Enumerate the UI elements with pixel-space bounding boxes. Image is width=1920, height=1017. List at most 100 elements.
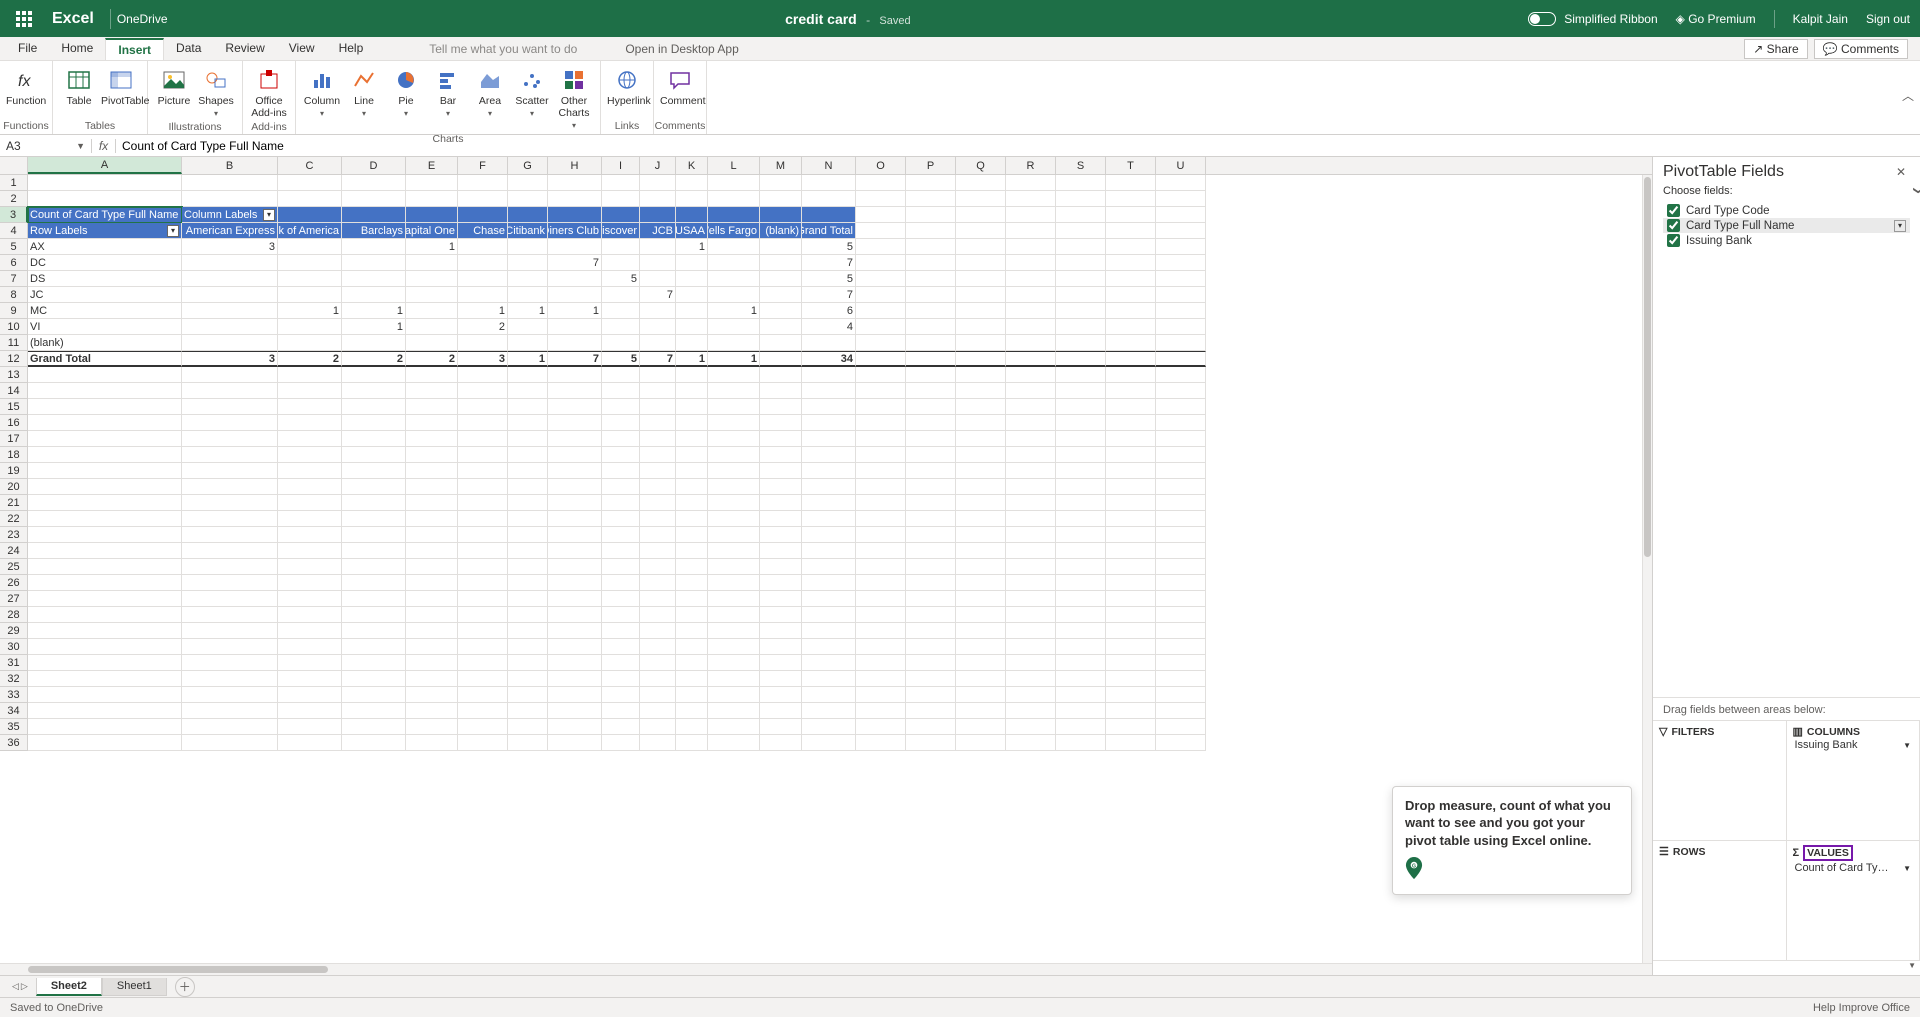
cell[interactable] <box>28 511 182 527</box>
row-header[interactable]: 26 <box>0 575 28 591</box>
cell[interactable] <box>28 367 182 383</box>
cell[interactable] <box>182 495 278 511</box>
cell[interactable] <box>760 303 802 319</box>
cell[interactable] <box>1156 735 1206 751</box>
cell[interactable]: American Express <box>182 223 278 239</box>
cell[interactable] <box>708 207 760 223</box>
field-item[interactable]: Card Type Code <box>1663 203 1910 218</box>
cell[interactable] <box>856 303 906 319</box>
cell[interactable] <box>182 175 278 191</box>
cell[interactable] <box>956 399 1006 415</box>
cell[interactable]: VI <box>28 319 182 335</box>
cell[interactable] <box>508 687 548 703</box>
cell[interactable] <box>182 591 278 607</box>
cell[interactable] <box>458 399 508 415</box>
cell[interactable] <box>906 671 956 687</box>
cell[interactable] <box>708 735 760 751</box>
cell[interactable] <box>760 511 802 527</box>
cell[interactable] <box>182 623 278 639</box>
cell[interactable] <box>1056 623 1106 639</box>
cell[interactable] <box>802 559 856 575</box>
cell[interactable] <box>802 511 856 527</box>
cell[interactable] <box>906 287 956 303</box>
cell[interactable] <box>760 575 802 591</box>
cell[interactable] <box>1106 351 1156 367</box>
cell[interactable] <box>458 287 508 303</box>
cell[interactable] <box>760 191 802 207</box>
cell[interactable] <box>182 671 278 687</box>
cell[interactable] <box>1056 607 1106 623</box>
cell[interactable] <box>406 367 458 383</box>
row-header[interactable]: 2 <box>0 191 28 207</box>
column-header[interactable]: P <box>906 157 956 174</box>
cell[interactable] <box>676 479 708 495</box>
cell[interactable] <box>1006 607 1056 623</box>
cell[interactable] <box>1156 559 1206 575</box>
cell[interactable] <box>548 239 602 255</box>
cell[interactable] <box>708 431 760 447</box>
cell[interactable] <box>906 207 956 223</box>
cell[interactable] <box>956 559 1006 575</box>
cell[interactable] <box>1106 511 1156 527</box>
cell[interactable] <box>708 415 760 431</box>
cell[interactable] <box>602 431 640 447</box>
cell[interactable] <box>802 447 856 463</box>
cell[interactable] <box>760 703 802 719</box>
cell[interactable] <box>906 639 956 655</box>
cell[interactable] <box>406 687 458 703</box>
pane-options-button[interactable]: ▼ <box>1908 961 1916 975</box>
cell[interactable] <box>802 607 856 623</box>
cell[interactable] <box>406 559 458 575</box>
cell[interactable] <box>342 559 406 575</box>
cell[interactable] <box>278 463 342 479</box>
row-header[interactable]: 17 <box>0 431 28 447</box>
cell[interactable] <box>906 239 956 255</box>
row-header[interactable]: 10 <box>0 319 28 335</box>
cell[interactable] <box>640 687 676 703</box>
cell[interactable] <box>548 175 602 191</box>
cell[interactable] <box>1006 175 1056 191</box>
cell[interactable] <box>1156 607 1206 623</box>
cell[interactable] <box>508 703 548 719</box>
cell[interactable] <box>640 271 676 287</box>
row-header[interactable]: 4 <box>0 223 28 239</box>
cell[interactable] <box>278 655 342 671</box>
cell[interactable] <box>1106 223 1156 239</box>
cell[interactable] <box>956 415 1006 431</box>
shapes-button[interactable]: Shapes▾ <box>196 65 236 119</box>
cell[interactable] <box>906 367 956 383</box>
cell[interactable] <box>278 623 342 639</box>
column-header[interactable]: U <box>1156 157 1206 174</box>
cell[interactable] <box>406 575 458 591</box>
cell[interactable] <box>906 255 956 271</box>
cell[interactable] <box>1056 335 1106 351</box>
cell[interactable]: 1 <box>508 351 548 367</box>
cell[interactable] <box>956 527 1006 543</box>
cell[interactable] <box>28 175 182 191</box>
cell[interactable] <box>708 543 760 559</box>
cell[interactable] <box>906 543 956 559</box>
cell[interactable] <box>508 271 548 287</box>
cell[interactable] <box>802 591 856 607</box>
cell[interactable] <box>278 383 342 399</box>
cell[interactable] <box>640 255 676 271</box>
cell[interactable] <box>182 271 278 287</box>
cell[interactable] <box>640 399 676 415</box>
cell[interactable] <box>1156 223 1206 239</box>
cell[interactable] <box>1006 383 1056 399</box>
cell[interactable] <box>856 383 906 399</box>
cell[interactable] <box>676 207 708 223</box>
cell[interactable] <box>802 687 856 703</box>
cell[interactable] <box>278 319 342 335</box>
cell[interactable] <box>458 655 508 671</box>
cell[interactable] <box>602 607 640 623</box>
row-header[interactable]: 21 <box>0 495 28 511</box>
cell[interactable] <box>458 207 508 223</box>
cell[interactable] <box>508 191 548 207</box>
cell[interactable] <box>676 367 708 383</box>
cell[interactable] <box>1106 271 1156 287</box>
cell[interactable] <box>1056 543 1106 559</box>
row-header[interactable]: 18 <box>0 447 28 463</box>
cell[interactable] <box>182 479 278 495</box>
cell[interactable] <box>676 303 708 319</box>
